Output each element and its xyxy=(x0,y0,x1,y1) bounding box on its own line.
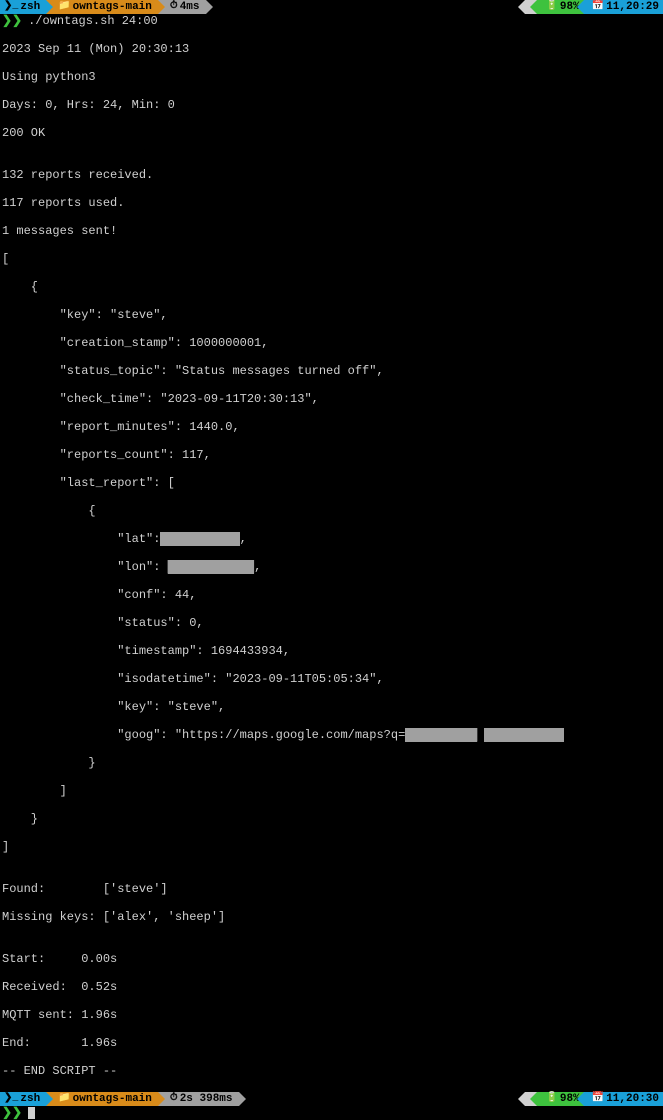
out-line: "reports_count": 117, xyxy=(2,448,661,462)
out-line: "report_minutes": 1440.0, xyxy=(2,420,661,434)
out-line: Found: ['steve'] xyxy=(2,882,661,896)
shell-icon: ❯_ xyxy=(4,1092,18,1106)
clock-value: 11,20:30 xyxy=(606,1092,659,1106)
seg-shell: ❯_ zsh xyxy=(0,1092,46,1106)
redacted-q2: ███████████ xyxy=(484,728,563,742)
seg-clock: 📅 11,20:30 xyxy=(584,1092,663,1106)
out-line: [ xyxy=(2,252,661,266)
out-line: 2023 Sep 11 (Mon) 20:30:13 xyxy=(2,42,661,56)
out-line: "check_time": "2023-09-11T20:30:13", xyxy=(2,392,661,406)
shell-name: zsh xyxy=(20,1092,40,1106)
out-line: "lat":███████████, xyxy=(2,532,661,546)
out-line: Using python3 xyxy=(2,70,661,84)
out-line: MQTT sent: 1.96s xyxy=(2,1008,661,1022)
timer-value: 4ms xyxy=(180,0,200,14)
out-line: -- END SCRIPT -- xyxy=(2,1064,661,1078)
out-line: "conf": 44, xyxy=(2,588,661,602)
clock-value: 11,20:29 xyxy=(606,0,659,14)
prompt-glyph: ❯❯ xyxy=(2,14,22,28)
timer-value: 2s 398ms xyxy=(180,1092,233,1106)
prompt-line-2[interactable]: ❯❯ xyxy=(0,1106,663,1120)
out-line: "key": "steve", xyxy=(2,700,661,714)
out-line: } xyxy=(2,812,661,826)
out-line: "key": "steve", xyxy=(2,308,661,322)
folder-icon: 📁 xyxy=(58,0,70,14)
out-line: "goog": "https://maps.google.com/maps?q=… xyxy=(2,728,661,742)
calendar-icon: 📅 xyxy=(592,1092,604,1106)
out-line: "timestamp": 1694433934, xyxy=(2,644,661,658)
out-line: { xyxy=(2,280,661,294)
battery-icon: 🔋 xyxy=(545,0,557,14)
out-line: "creation_stamp": 1000000001, xyxy=(2,336,661,350)
battery-icon: 🔋 xyxy=(545,1092,557,1106)
redacted-lat: ███████████ xyxy=(160,532,239,546)
shell-icon: ❯_ xyxy=(4,0,18,14)
out-line: "isodatetime": "2023-09-11T05:05:34", xyxy=(2,672,661,686)
seg-folder: 📁 owntags-main xyxy=(46,1092,158,1106)
timer-icon: ⏱ xyxy=(170,0,178,14)
out-line: End: 1.96s xyxy=(2,1036,661,1050)
calendar-icon: 📅 xyxy=(592,0,604,14)
folder-name: owntags-main xyxy=(73,1092,152,1106)
out-line: 132 reports received. xyxy=(2,168,661,182)
out-line: 1 messages sent! xyxy=(2,224,661,238)
prompt-glyph: ❯❯ xyxy=(2,1106,22,1120)
redacted-q1: ██████████ xyxy=(405,728,477,742)
status-bar-bottom: ❯_ zsh 📁 owntags-main ⏱ 2s 398ms 🔋 98% 📅… xyxy=(0,1092,663,1106)
timer-icon: ⏱ xyxy=(170,1092,178,1106)
out-line: "status_topic": "Status messages turned … xyxy=(2,364,661,378)
shell-name: zsh xyxy=(20,0,40,14)
out-line: Start: 0.00s xyxy=(2,952,661,966)
out-line: { xyxy=(2,504,661,518)
cursor xyxy=(28,1107,35,1119)
out-line: Missing keys: ['alex', 'sheep'] xyxy=(2,910,661,924)
status-bar-top: ❯_ zsh 📁 owntags-main ⏱ 4ms 🔋 98% 📅 11,2… xyxy=(0,0,663,14)
folder-name: owntags-main xyxy=(73,0,152,14)
out-line: "status": 0, xyxy=(2,616,661,630)
out-line: Received: 0.52s xyxy=(2,980,661,994)
out-line: 117 reports used. xyxy=(2,196,661,210)
seg-folder: 📁 owntags-main xyxy=(46,0,158,14)
out-line: "last_report": [ xyxy=(2,476,661,490)
prompt-line-1[interactable]: ❯❯ ./owntags.sh 24:00 xyxy=(0,14,663,28)
seg-timer: ⏱ 4ms xyxy=(158,0,206,14)
out-line: } xyxy=(2,756,661,770)
seg-timer: ⏱ 2s 398ms xyxy=(158,1092,239,1106)
out-line: ] xyxy=(2,784,661,798)
redacted-lon: ████████████ xyxy=(168,560,254,574)
seg-shell: ❯_ zsh xyxy=(0,0,46,14)
terminal-output: 2023 Sep 11 (Mon) 20:30:13 Using python3… xyxy=(0,28,663,1092)
seg-clock: 📅 11,20:29 xyxy=(584,0,663,14)
prompt-command: ./owntags.sh 24:00 xyxy=(28,14,158,28)
out-line: 200 OK xyxy=(2,126,661,140)
out-line: ] xyxy=(2,840,661,854)
out-line: "lon": ████████████, xyxy=(2,560,661,574)
folder-icon: 📁 xyxy=(58,1092,70,1106)
out-line: Days: 0, Hrs: 24, Min: 0 xyxy=(2,98,661,112)
